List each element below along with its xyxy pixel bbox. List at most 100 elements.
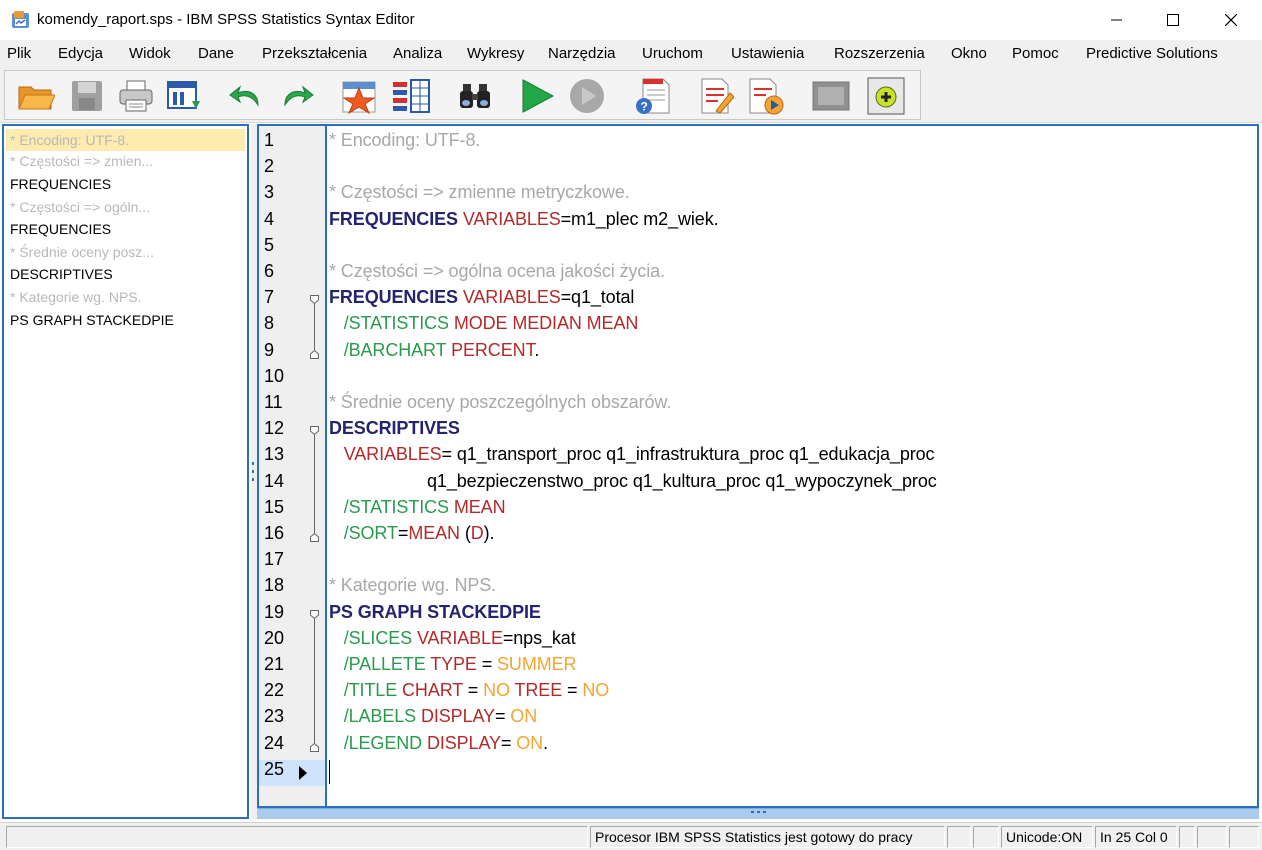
nav-item[interactable]: FREQUENCIES: [10, 176, 111, 192]
menu-widok[interactable]: Widok: [129, 45, 171, 62]
save-button[interactable]: [67, 76, 107, 116]
menu-okno[interactable]: Okno: [951, 45, 987, 62]
title-bar: komendy_raport.sps - IBM SPSS Statistics…: [0, 0, 1262, 40]
stop-icon: [570, 79, 604, 113]
menu-plik[interactable]: Plik: [7, 45, 31, 62]
undo-button[interactable]: [226, 76, 266, 116]
syntax-editor[interactable]: 1 2 3 4 5 6 7 8 9 10 11 12 13 14 15 16 17 18 19 20 21 22 23 24 2…: [257, 124, 1259, 808]
variables-button[interactable]: [391, 76, 431, 116]
recall-dialog-button[interactable]: [164, 76, 204, 116]
menu-przeksztalcenia[interactable]: Przekształcenia: [262, 45, 367, 62]
maximize-button[interactable]: [1144, 0, 1202, 40]
code-token: =: [397, 523, 409, 543]
undo-icon: [229, 85, 259, 107]
nav-item[interactable]: PS GRAPH STACKEDPIE: [10, 312, 174, 328]
nav-item[interactable]: * Średnie oceny posz...: [10, 244, 154, 260]
fold-end-icon: [310, 533, 319, 542]
menu-narzedzia[interactable]: Narzędzia: [548, 45, 616, 62]
code-token: =q1_total: [560, 287, 635, 308]
code-token: D: [470, 523, 484, 543]
redo-button[interactable]: [277, 76, 317, 116]
line-number: 15: [264, 496, 285, 517]
code-token: /BARCHART: [343, 339, 447, 360]
menu-predictive-solutions[interactable]: Predictive Solutions: [1086, 45, 1218, 62]
code-token: /STATISTICS: [343, 496, 449, 517]
nav-item[interactable]: * Kategorie wg. NPS.: [10, 289, 142, 305]
code-token: * Częstości => ogólna ocena jakości życi…: [329, 261, 665, 281]
print-button[interactable]: [116, 76, 156, 116]
text-caret: [329, 760, 330, 784]
menu-rozszerzenia[interactable]: Rozszerzenia: [834, 45, 925, 62]
menu-dane[interactable]: Dane: [198, 45, 234, 62]
fold-collapse-icon[interactable]: [310, 426, 319, 436]
code-token: =: [494, 706, 511, 727]
nav-item[interactable]: FREQUENCIES: [10, 221, 111, 237]
menu-edycja[interactable]: Edycja: [58, 45, 103, 62]
nav-item[interactable]: DESCRIPTIVES: [10, 266, 113, 282]
line-number: 23: [264, 706, 285, 727]
code-token: /STATISTICS: [343, 313, 449, 334]
variables-icon: [393, 79, 430, 113]
line-number: 22: [264, 680, 285, 701]
line-number: 12: [264, 418, 285, 439]
nav-item[interactable]: * Częstości => zmien...: [10, 153, 153, 169]
syntax-help-button[interactable]: ?: [633, 76, 673, 116]
code-token: VARIABLE: [416, 627, 503, 648]
code-token: ).: [483, 523, 495, 543]
find-icon: [460, 84, 490, 108]
code-token: TYPE: [430, 654, 477, 674]
line-number: 8: [264, 313, 275, 334]
goto-case-button[interactable]: [340, 76, 380, 116]
menu-uruchom[interactable]: Uruchom: [642, 45, 703, 62]
line-number: 3: [264, 182, 275, 203]
designate-window-button[interactable]: [811, 76, 851, 116]
close-button[interactable]: [1202, 0, 1260, 40]
cursor-position: In 25 Col 0: [1095, 826, 1177, 848]
minimize-button[interactable]: [1088, 0, 1146, 40]
code-line: * Kategorie wg. NPS.: [329, 575, 496, 596]
menu-analiza[interactable]: Analiza: [393, 45, 442, 62]
menu-wykresy[interactable]: Wykresy: [467, 45, 524, 62]
extension-button[interactable]: [866, 76, 906, 116]
code-token: * Średnie oceny poszczególnych obszarów.: [329, 392, 672, 412]
line-number: 17: [264, 549, 285, 570]
run-icon: [522, 79, 555, 113]
fold-collapse-icon[interactable]: [310, 295, 319, 305]
menu-ustawienia[interactable]: Ustawienia: [731, 45, 804, 62]
syntax-navigator[interactable]: * Encoding: UTF-8. * Częstości => zmien.…: [2, 124, 249, 819]
toolbar: ?: [0, 68, 1262, 123]
code-token: =: [500, 732, 517, 753]
code-token: VARIABLES: [343, 444, 442, 465]
code-token: =m1_plec m2_wiek.: [560, 208, 719, 229]
code-token: /SORT: [343, 523, 398, 543]
open-button[interactable]: [16, 76, 56, 116]
line-number: 11: [264, 392, 283, 412]
code-line: /BARCHART PERCENT.: [329, 339, 540, 361]
nav-item[interactable]: * Encoding: UTF-8.: [6, 129, 245, 151]
code-token: DISPLAY: [420, 706, 495, 727]
find-button[interactable]: [455, 76, 495, 116]
code-token: /LABELS: [343, 706, 417, 727]
code-token: * Częstości => zmienne metryczkowe.: [329, 182, 630, 203]
window-title: komendy_raport.sps - IBM SPSS Statistics…: [37, 11, 415, 28]
run-to-end-button[interactable]: [745, 76, 785, 116]
code-area[interactable]: * Encoding: UTF-8. * Częstości => zmienne…: [329, 126, 1257, 806]
run-button[interactable]: [517, 76, 557, 116]
print-icon: [119, 80, 153, 112]
code-line: * Częstości => zmienne metryczkowe.: [329, 182, 630, 203]
code-token: NO: [582, 680, 610, 701]
code-token: MEAN: [453, 496, 506, 517]
menu-pomoc[interactable]: Pomoc: [1012, 45, 1059, 62]
code-token: /TITLE: [343, 680, 398, 701]
fold-collapse-icon[interactable]: [310, 609, 319, 619]
code-token: =nps_kat: [502, 627, 576, 648]
stop-button[interactable]: [567, 76, 607, 116]
annotation-button[interactable]: [696, 76, 736, 116]
unicode-status: Unicode:ON: [1001, 826, 1093, 848]
syntax-help-icon: ?: [636, 78, 670, 114]
fold-guide: [314, 304, 315, 350]
code-line: FREQUENCIES VARIABLES=m1_plec m2_wiek.: [329, 209, 719, 230]
line-number: 25: [264, 758, 285, 779]
nav-item[interactable]: * Częstości => ogóln...: [10, 199, 150, 215]
